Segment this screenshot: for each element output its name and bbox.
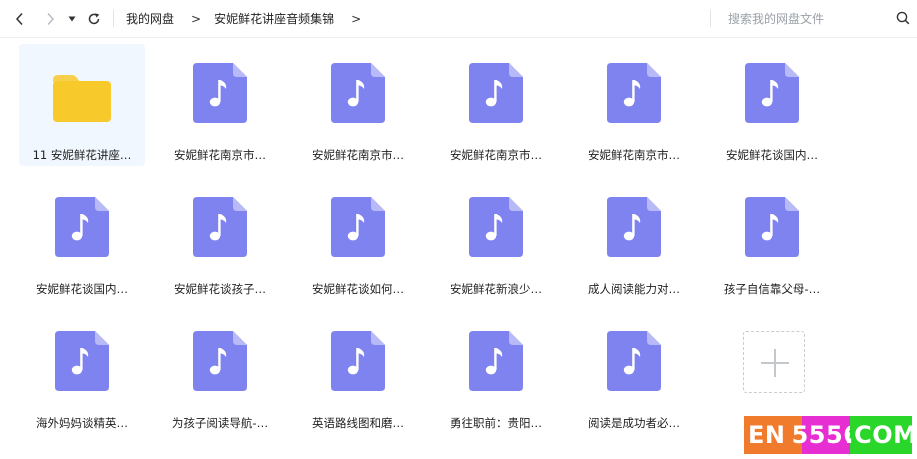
file-item[interactable]: 英语路线图和磨… — [295, 312, 421, 434]
audio-file-icon — [469, 331, 525, 391]
audio-file-icon — [607, 331, 663, 391]
file-item[interactable]: 勇往职前：贵阳… — [433, 312, 559, 434]
file-name: 为孩子阅读导航-… — [171, 416, 269, 430]
breadcrumb-separator: > — [351, 11, 362, 26]
file-item[interactable]: 安妮鲜花谈国内… — [709, 44, 835, 166]
breadcrumb-separator: > — [191, 11, 202, 26]
file-name: 勇往职前：贵阳… — [450, 416, 542, 430]
site-watermark: EN 5556 .COM — [744, 416, 912, 454]
file-name: 安妮鲜花谈如何… — [312, 282, 404, 296]
file-item[interactable]: 为孩子阅读导航-… — [157, 312, 283, 434]
audio-file-icon — [607, 63, 663, 123]
file-item[interactable]: 安妮鲜花南京市… — [295, 44, 421, 166]
file-name: 海外妈妈谈精英… — [36, 416, 128, 430]
refresh-icon — [88, 13, 100, 25]
breadcrumb: 我的网盘 > 安妮鲜花讲座音频集锦 > — [126, 0, 374, 37]
file-name: 英语路线图和磨… — [312, 416, 404, 430]
file-item[interactable]: 安妮鲜花南京市… — [157, 44, 283, 166]
file-name: 安妮鲜花新浪少… — [450, 282, 542, 296]
audio-file-icon — [193, 331, 249, 391]
file-name: 安妮鲜花谈国内… — [36, 282, 128, 296]
file-item[interactable]: 成人阅读能力对… — [571, 178, 697, 300]
audio-file-icon — [469, 63, 525, 123]
file-item[interactable]: 孩子自信靠父母-… — [709, 178, 835, 300]
file-item[interactable]: 安妮鲜花南京市… — [571, 44, 697, 166]
upload-button[interactable] — [743, 331, 805, 393]
file-name: 安妮鲜花南京市… — [174, 148, 266, 162]
file-grid: 11 安妮鲜花讲座… 安妮鲜花南京市… 安妮鲜花南京市… 安妮鲜花南京市… 安妮鲜花南京… — [0, 38, 917, 459]
file-name: 11 安妮鲜花讲座… — [32, 148, 132, 162]
file-name: 安妮鲜花南京市… — [588, 148, 680, 162]
audio-file-icon — [193, 197, 249, 257]
folder-icon — [51, 70, 111, 130]
file-item[interactable]: 海外妈妈谈精英… — [19, 312, 145, 434]
audio-file-icon — [331, 63, 387, 123]
file-item[interactable]: 安妮鲜花谈国内… — [19, 178, 145, 300]
audio-file-icon — [331, 197, 387, 257]
audio-file-icon — [745, 197, 801, 257]
search-box — [728, 0, 910, 37]
audio-file-icon — [55, 331, 111, 391]
file-name: 安妮鲜花南京市… — [450, 148, 542, 162]
file-name: 孩子自信靠父母-… — [723, 282, 821, 296]
back-button[interactable] — [10, 9, 30, 29]
file-item[interactable]: 阅读是成功者必… — [571, 312, 697, 434]
caret-down-icon — [68, 16, 76, 22]
folder-item[interactable]: 11 安妮鲜花讲座… — [19, 44, 145, 166]
audio-file-icon — [469, 197, 525, 257]
file-name: 安妮鲜花谈国内… — [726, 148, 818, 162]
plus-icon — [761, 349, 789, 377]
file-name: 安妮鲜花南京市… — [312, 148, 404, 162]
search-divider — [710, 10, 711, 27]
file-item[interactable]: 安妮鲜花南京市… — [433, 44, 559, 166]
search-input[interactable] — [728, 11, 888, 26]
file-item[interactable]: 安妮鲜花谈如何… — [295, 178, 421, 300]
file-name: 成人阅读能力对… — [588, 282, 680, 296]
audio-file-icon — [193, 63, 249, 123]
chevron-left-icon — [15, 12, 23, 26]
watermark-part-com: .COM — [845, 416, 912, 454]
audio-file-icon — [331, 331, 387, 391]
toolbar-divider — [113, 10, 114, 27]
file-item[interactable]: 安妮鲜花新浪少… — [433, 178, 559, 300]
watermark-part-number: 5556 — [792, 416, 860, 454]
breadcrumb-item-current[interactable]: 安妮鲜花讲座音频集锦 — [214, 10, 334, 27]
history-dropdown[interactable] — [64, 9, 80, 29]
chevron-right-icon — [47, 12, 55, 26]
audio-file-icon — [745, 63, 801, 123]
refresh-button[interactable] — [84, 9, 104, 29]
forward-button[interactable] — [40, 9, 60, 29]
audio-file-icon — [607, 197, 663, 257]
file-name: 安妮鲜花谈孩子… — [174, 282, 266, 296]
breadcrumb-item-root[interactable]: 我的网盘 — [126, 10, 174, 27]
file-name: 阅读是成功者必… — [588, 416, 680, 430]
toolbar: 我的网盘 > 安妮鲜花讲座音频集锦 > — [0, 0, 917, 38]
search-icon[interactable] — [896, 11, 910, 25]
file-item[interactable]: 安妮鲜花谈孩子… — [157, 178, 283, 300]
audio-file-icon — [55, 197, 111, 257]
